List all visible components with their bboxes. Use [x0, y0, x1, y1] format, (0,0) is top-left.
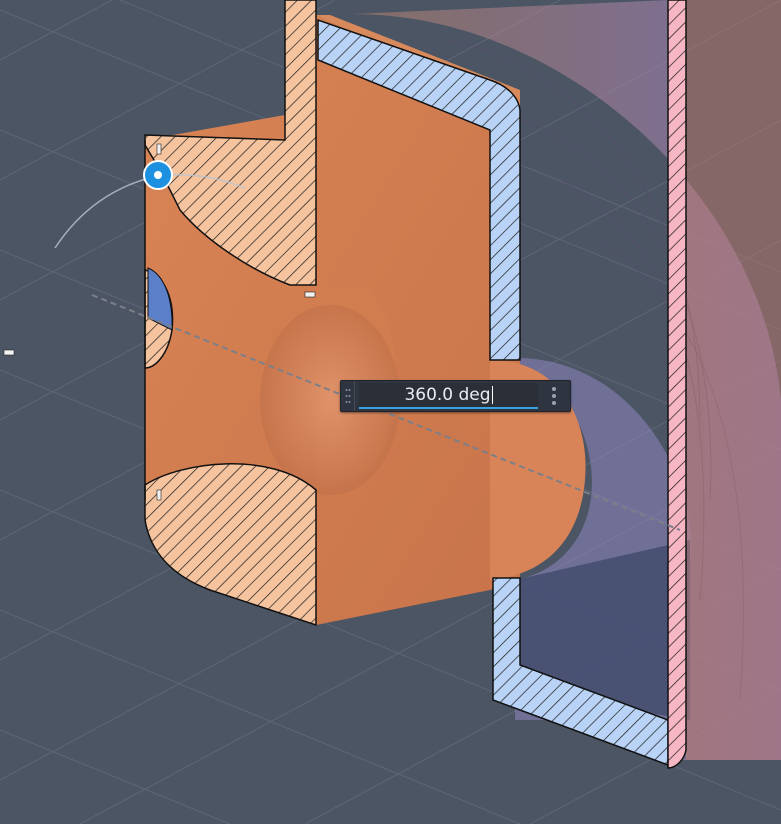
angle-value-text: 360.0 deg [404, 385, 491, 405]
angle-value-input-box[interactable]: 360.0 deg [340, 380, 571, 412]
angle-value-field[interactable]: 360.0 deg [359, 383, 538, 409]
more-vertical-icon[interactable] [538, 381, 570, 411]
section-pink [667, 0, 687, 769]
3d-viewport[interactable]: 360.0 deg [0, 0, 781, 824]
rotate-handle-icon[interactable] [143, 160, 173, 190]
text-caret [491, 386, 493, 404]
grip-dots-icon[interactable] [341, 381, 355, 411]
